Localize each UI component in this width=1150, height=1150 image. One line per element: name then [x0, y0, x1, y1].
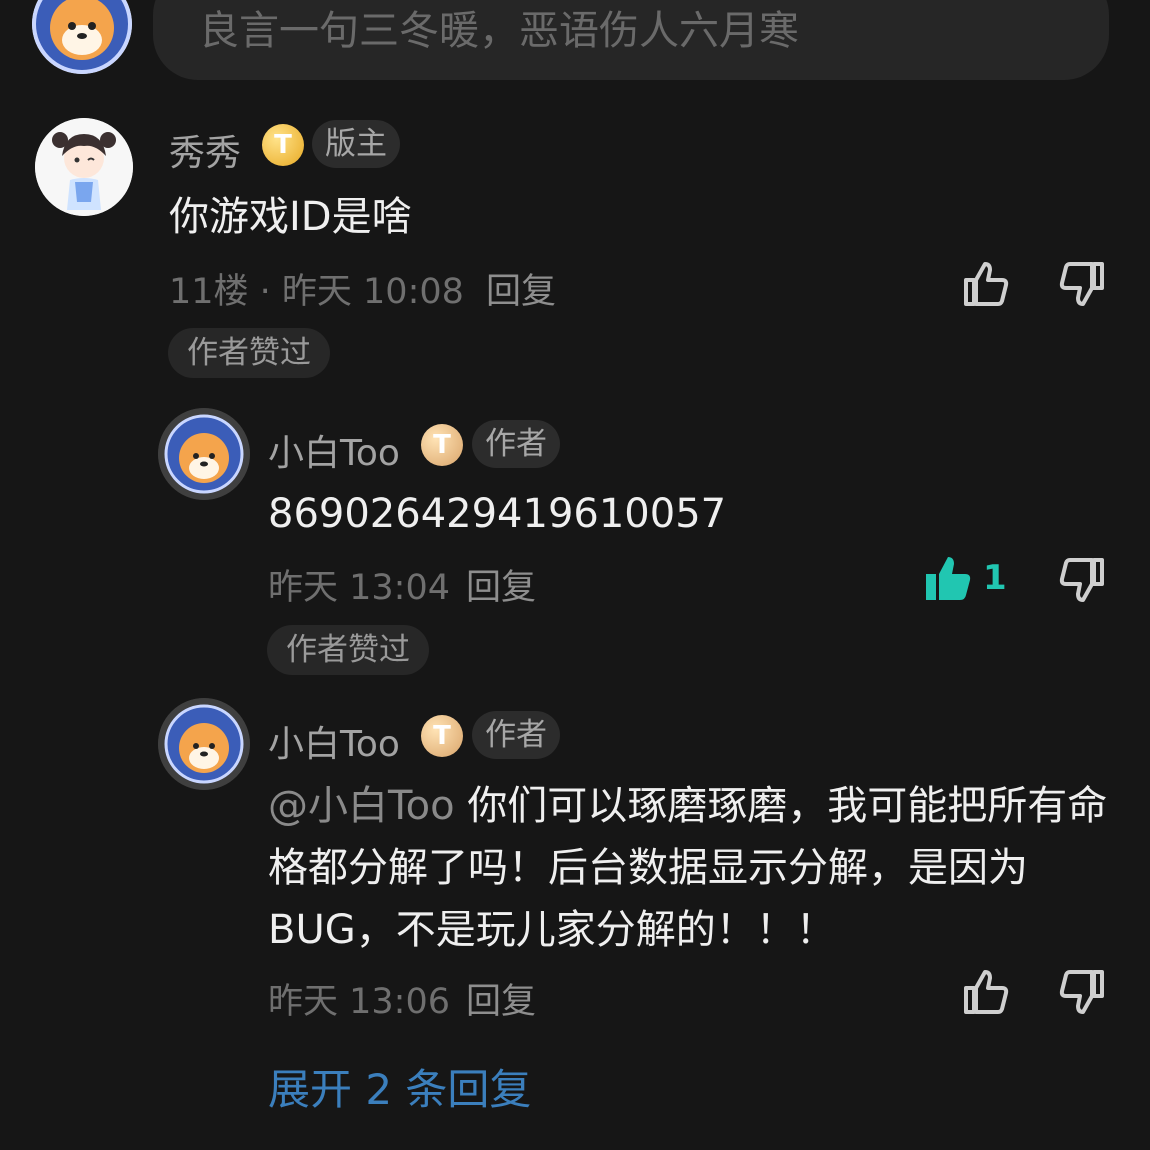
- reply-meta: 昨天 13:04: [268, 568, 450, 608]
- thumbs-up-icon[interactable]: [960, 258, 1012, 310]
- level-badge-icon: T: [262, 124, 304, 166]
- reply-button[interactable]: 回复: [486, 263, 556, 314]
- thumbs-down-icon[interactable]: [1056, 966, 1108, 1018]
- reply-author[interactable]: 小白Too: [268, 715, 400, 767]
- level-badge-icon: T: [421, 424, 463, 466]
- thumbs-down-icon[interactable]: [1056, 258, 1108, 310]
- expand-replies-link[interactable]: 展开 2 条回复: [268, 1056, 531, 1117]
- author-liked-chip: 作者赞过: [168, 328, 330, 378]
- avatar-xiaobai[interactable]: [158, 698, 250, 790]
- comment-meta: 11楼 · 昨天 10:08: [169, 272, 464, 312]
- reply-button[interactable]: 回复: [466, 559, 536, 610]
- thumbs-up-icon[interactable]: [960, 966, 1012, 1018]
- thumbs-down-icon[interactable]: [1056, 554, 1108, 606]
- mention-link[interactable]: @小白Too: [268, 783, 455, 829]
- comment-input[interactable]: 良言一句三冬暖，恶语伤人六月寒: [153, 0, 1109, 80]
- role-badge: 作者: [472, 711, 560, 759]
- role-badge: 作者: [472, 420, 560, 468]
- avatar-xiaobai[interactable]: [158, 408, 250, 500]
- thumbs-up-filled-icon[interactable]: [922, 552, 974, 604]
- level-badge-icon: T: [421, 715, 463, 757]
- reply-button[interactable]: 回复: [466, 973, 536, 1024]
- comment-author[interactable]: 秀秀: [169, 124, 241, 176]
- role-badge: 版主: [312, 120, 400, 168]
- comment-input-placeholder: 良言一句三冬暖，恶语伤人六月寒: [199, 8, 799, 54]
- my-avatar: [32, 0, 132, 74]
- avatar-xiuxiu[interactable]: [35, 118, 133, 216]
- reply-text: 869026429419610057: [268, 491, 727, 537]
- comment-text: 你游戏ID是啥: [169, 194, 412, 240]
- reply-author[interactable]: 小白Too: [268, 424, 400, 476]
- reply-text: @小白Too 你们可以琢磨琢磨，我可能把所有命格都分解了吗！后台数据显示分解，是…: [268, 775, 1118, 961]
- like-count: 1: [983, 558, 1007, 598]
- reply-meta: 昨天 13:06: [268, 982, 450, 1022]
- author-liked-chip: 作者赞过: [267, 625, 429, 675]
